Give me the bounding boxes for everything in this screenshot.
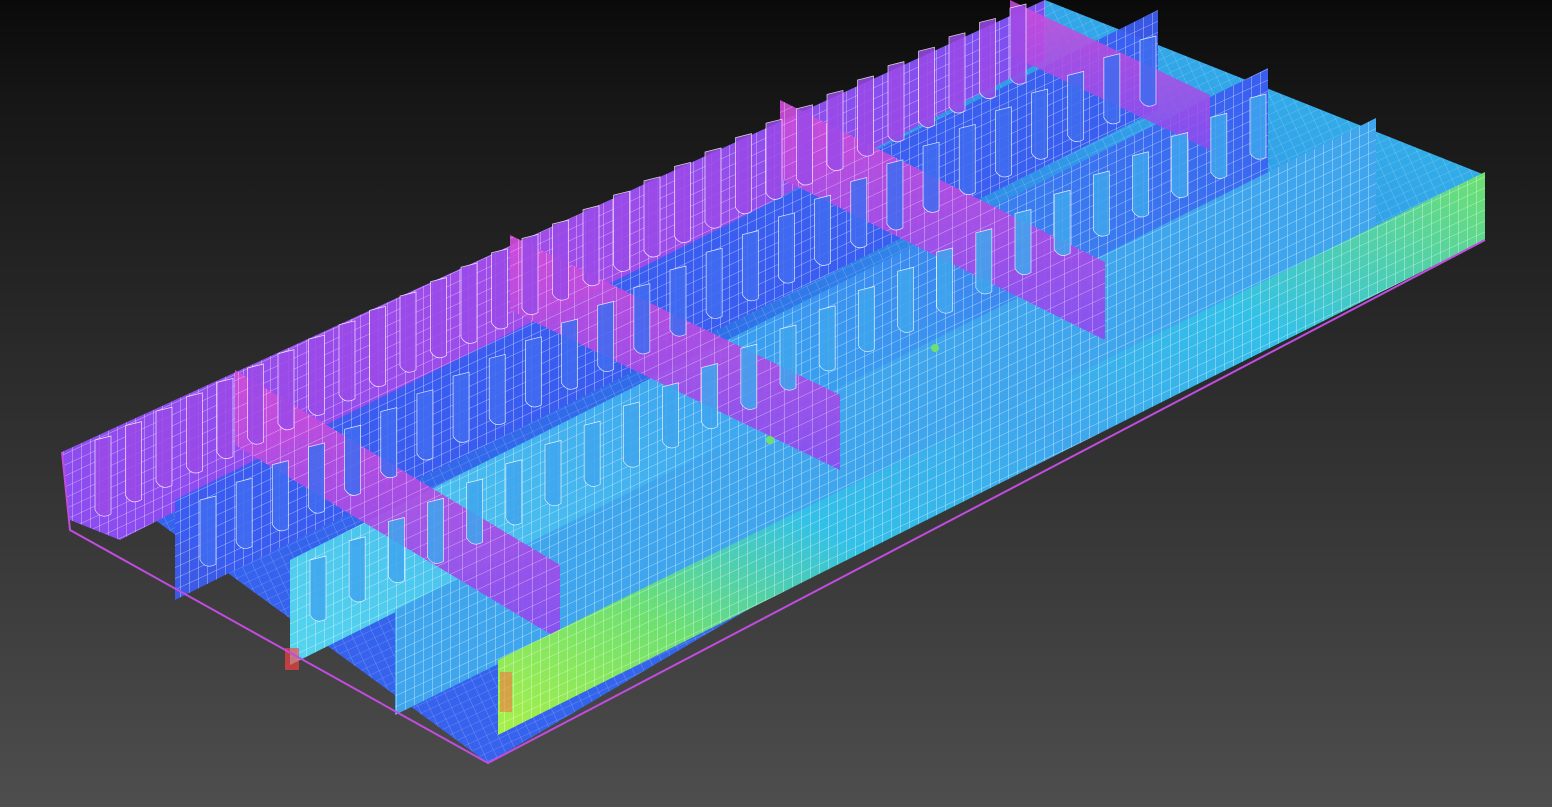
web-frame <box>427 497 444 564</box>
web-frame <box>583 420 601 487</box>
web-frame <box>452 371 470 443</box>
web-frame <box>369 305 386 387</box>
web-frame <box>948 32 966 114</box>
web-frame <box>1053 189 1071 256</box>
web-frame <box>544 440 562 507</box>
web-frame <box>701 363 719 430</box>
web-frame <box>235 477 253 549</box>
web-frame <box>779 324 797 391</box>
web-frame <box>338 320 356 402</box>
web-frame <box>552 219 569 301</box>
web-frame <box>741 230 759 302</box>
web-frame <box>633 283 651 355</box>
web-frame <box>918 46 935 128</box>
web-frame <box>399 291 417 373</box>
web-frame <box>778 212 795 284</box>
web-frame <box>1092 170 1110 237</box>
web-frame <box>1103 53 1121 125</box>
web-frame <box>186 392 203 474</box>
web-frame <box>1067 70 1085 142</box>
web-frame <box>1171 132 1189 199</box>
web-frame <box>887 61 905 143</box>
web-frame <box>936 247 954 314</box>
web-frame <box>216 377 234 459</box>
web-frame <box>1249 93 1267 160</box>
web-frame <box>125 421 142 503</box>
web-frame <box>857 75 874 157</box>
web-frame <box>674 161 691 243</box>
web-frame <box>814 194 831 266</box>
web-frame <box>271 460 289 532</box>
web-frame <box>850 177 868 249</box>
web-frame <box>380 407 398 479</box>
web-frame <box>735 133 752 215</box>
web-frame <box>460 262 478 344</box>
web-frame <box>613 190 630 272</box>
web-frame <box>199 495 217 567</box>
web-frame <box>979 17 996 99</box>
web-frame <box>277 349 295 431</box>
web-frame <box>308 334 325 416</box>
web-frame <box>430 277 447 359</box>
web-frame <box>521 233 539 315</box>
web-frame <box>643 176 661 258</box>
web-frame <box>505 459 523 526</box>
web-frame <box>1210 112 1228 179</box>
web-frame <box>308 442 325 514</box>
web-frame <box>491 248 508 330</box>
web-frame <box>597 300 615 372</box>
web-frame <box>344 424 361 496</box>
web-frame <box>796 104 813 186</box>
web-frame <box>857 286 875 353</box>
web-frame <box>348 536 366 603</box>
fe-hull-model[interactable] <box>0 0 1552 807</box>
web-frame <box>1014 209 1032 276</box>
web-frame <box>387 517 405 584</box>
web-frame <box>561 318 578 390</box>
3d-viewport[interactable] <box>0 0 1552 807</box>
web-frame <box>704 147 722 229</box>
web-frame <box>155 406 173 488</box>
web-frame <box>525 336 542 408</box>
web-frame <box>582 205 600 287</box>
web-frame <box>922 141 940 213</box>
web-frame <box>1009 3 1027 85</box>
web-frame <box>488 354 506 426</box>
web-frame <box>818 305 836 372</box>
web-frame <box>466 478 484 545</box>
web-frame <box>886 159 904 231</box>
web-frame <box>309 555 327 622</box>
web-frame <box>662 382 679 449</box>
web-frame <box>1132 151 1149 218</box>
web-frame <box>826 89 844 171</box>
web-frame <box>622 401 640 468</box>
web-frame <box>1139 35 1157 107</box>
web-frame <box>705 247 723 319</box>
web-frame <box>995 106 1012 178</box>
web-frame <box>247 363 264 445</box>
web-frame <box>958 124 976 196</box>
web-frame <box>1031 88 1048 160</box>
web-frame <box>94 435 112 517</box>
web-frame <box>740 343 758 410</box>
web-frame <box>897 266 914 333</box>
web-frame <box>416 389 434 461</box>
web-frame <box>669 265 687 337</box>
web-frame <box>765 118 783 200</box>
web-frame <box>975 228 993 295</box>
